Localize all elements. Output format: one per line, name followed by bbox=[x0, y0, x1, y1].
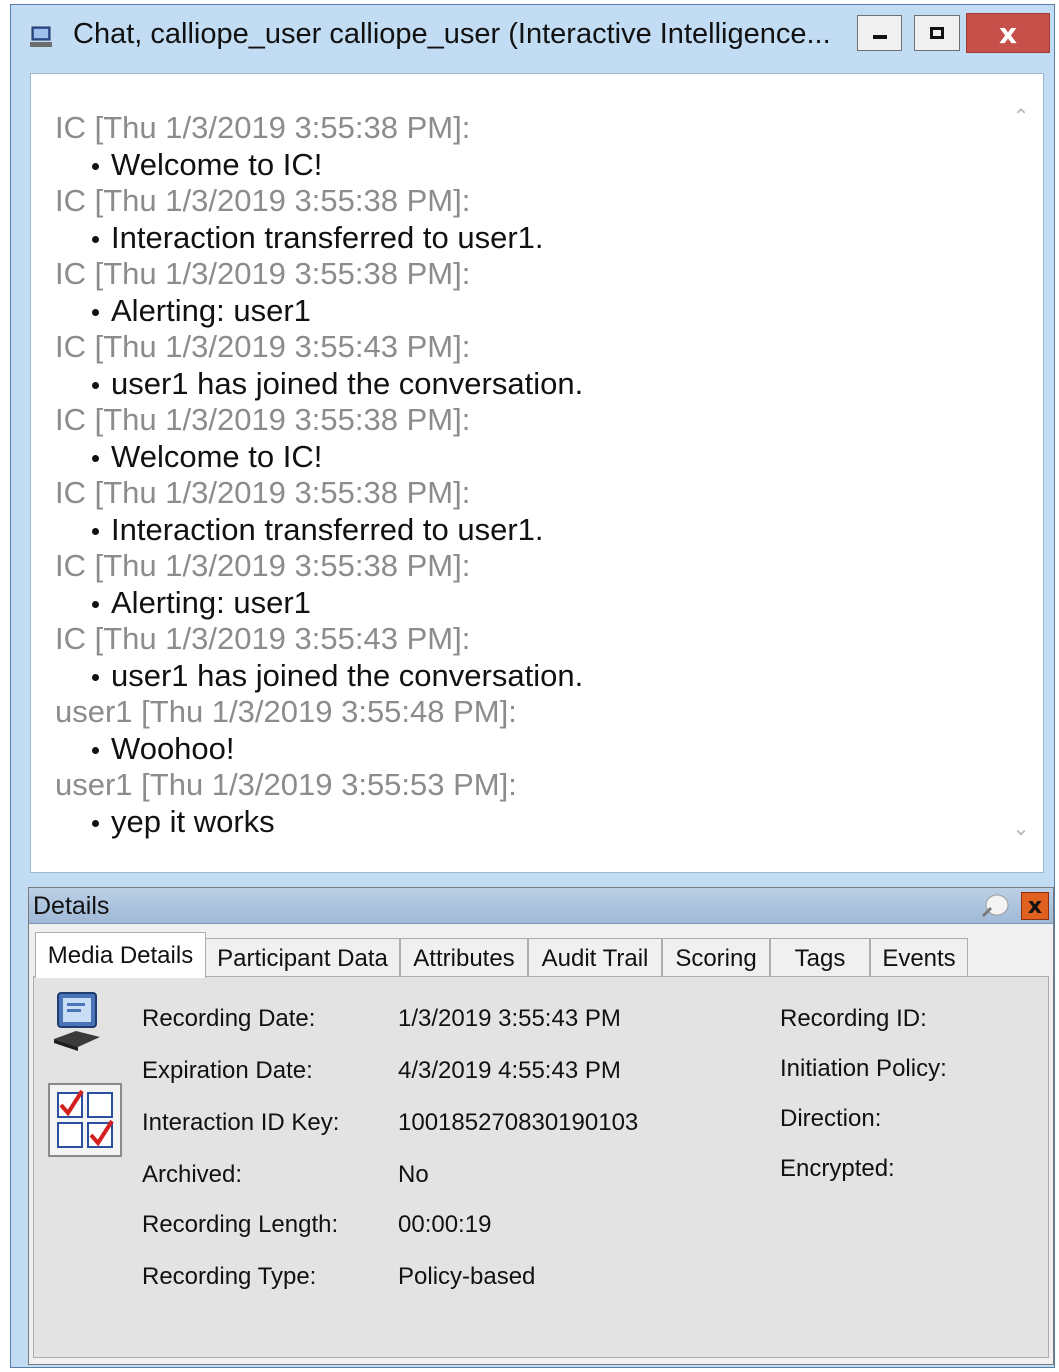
chat-transcript[interactable]: IC [Thu 1/3/2019 3:55:38 PM]: Welcome to … bbox=[30, 73, 1044, 873]
details-title: Details bbox=[33, 892, 110, 920]
message-body: user1 has joined the conversation. bbox=[55, 366, 995, 403]
scroll-down-icon[interactable]: ⌄ bbox=[1009, 816, 1033, 840]
tab-events[interactable]: Events bbox=[870, 938, 968, 978]
field-value: 100185270830190103 bbox=[398, 1109, 639, 1136]
field-value: Policy-based bbox=[398, 1263, 536, 1290]
right-field-label: Recording ID: bbox=[780, 1005, 927, 1032]
message-header: IC [Thu 1/3/2019 3:55:38 PM]: bbox=[55, 110, 471, 145]
right-field-label: Direction: bbox=[780, 1105, 882, 1132]
message-header: IC [Thu 1/3/2019 3:55:38 PM]: bbox=[55, 183, 471, 218]
chat-window: Chat, calliope_user calliope_user (Inter… bbox=[10, 4, 1055, 1368]
field-label: Archived: bbox=[142, 1161, 243, 1188]
field-label: Recording Length: bbox=[142, 1211, 339, 1238]
field-value: 1/3/2019 3:55:43 PM bbox=[398, 1005, 621, 1032]
message-header: IC [Thu 1/3/2019 3:55:43 PM]: bbox=[55, 621, 471, 656]
tab-scoring[interactable]: Scoring bbox=[662, 938, 770, 978]
maximize-button[interactable] bbox=[914, 15, 960, 51]
message-body: user1 has joined the conversation. bbox=[55, 658, 995, 695]
message-body: Woohoo! bbox=[55, 731, 995, 768]
checklist-icon bbox=[48, 1083, 122, 1157]
message-header: IC [Thu 1/3/2019 3:55:38 PM]: bbox=[55, 256, 471, 291]
message-body: Welcome to IC! bbox=[55, 147, 995, 184]
field-label: Interaction ID Key: bbox=[142, 1109, 340, 1136]
message-body: Alerting: user1 bbox=[55, 293, 995, 330]
monitor-icon bbox=[54, 992, 100, 1051]
field-value: 4/3/2019 4:55:43 PM bbox=[398, 1057, 621, 1084]
close-button[interactable]: x bbox=[966, 13, 1050, 53]
field-value: No bbox=[398, 1161, 429, 1188]
message-header: user1 [Thu 1/3/2019 3:55:53 PM]: bbox=[55, 767, 517, 802]
message-body: Welcome to IC! bbox=[55, 439, 995, 476]
details-tabs: Media Details Participant Data Attributes A… bbox=[29, 930, 1053, 978]
tab-participant-data[interactable]: Participant Data bbox=[205, 938, 400, 978]
message-body: Interaction transferred to user1. bbox=[55, 512, 995, 549]
minimize-icon bbox=[872, 35, 887, 39]
field-value: 00:00:19 bbox=[398, 1211, 492, 1238]
details-close-button[interactable]: x bbox=[1021, 892, 1049, 920]
details-header: Details x bbox=[29, 888, 1053, 924]
tab-media-details[interactable]: Media Details bbox=[35, 932, 206, 978]
pin-icon[interactable] bbox=[979, 892, 1011, 920]
window-title: Chat, calliope_user calliope_user (Inter… bbox=[73, 18, 831, 50]
message-header: user1 [Thu 1/3/2019 3:55:48 PM]: bbox=[55, 694, 517, 729]
close-icon: x bbox=[998, 16, 1018, 50]
message-header: IC [Thu 1/3/2019 3:55:38 PM]: bbox=[55, 548, 471, 583]
message-header: IC [Thu 1/3/2019 3:55:43 PM]: bbox=[55, 329, 471, 364]
message-body: Interaction transferred to user1. bbox=[55, 220, 995, 257]
maximize-icon bbox=[930, 27, 944, 39]
media-details-content: Recording Date: 1/3/2019 3:55:43 PM Expira… bbox=[33, 976, 1049, 1358]
tab-tags[interactable]: Tags bbox=[770, 938, 870, 978]
field-label: Recording Type: bbox=[142, 1263, 317, 1290]
details-panel: Details x Media Details Participant Data A… bbox=[28, 887, 1054, 1365]
tab-attributes[interactable]: Attributes bbox=[400, 938, 528, 978]
field-label: Expiration Date: bbox=[142, 1057, 313, 1084]
chat-log: IC [Thu 1/3/2019 3:55:38 PM]: Welcome to … bbox=[55, 110, 995, 840]
message-body: yep it works bbox=[55, 804, 995, 841]
right-field-label: Initiation Policy: bbox=[780, 1055, 947, 1082]
message-header: IC [Thu 1/3/2019 3:55:38 PM]: bbox=[55, 402, 471, 437]
chat-window-icon bbox=[30, 26, 52, 47]
message-body: Alerting: user1 bbox=[55, 585, 995, 622]
right-field-label: Encrypted: bbox=[780, 1155, 895, 1182]
tab-audit-trail[interactable]: Audit Trail bbox=[528, 938, 662, 978]
close-icon: x bbox=[1027, 893, 1043, 919]
field-label: Recording Date: bbox=[142, 1005, 316, 1032]
scroll-up-icon[interactable]: ⌃ bbox=[1009, 104, 1033, 128]
minimize-button[interactable] bbox=[857, 15, 902, 51]
title-bar[interactable]: Chat, calliope_user calliope_user (Inter… bbox=[11, 5, 1054, 67]
message-header: IC [Thu 1/3/2019 3:55:38 PM]: bbox=[55, 475, 471, 510]
